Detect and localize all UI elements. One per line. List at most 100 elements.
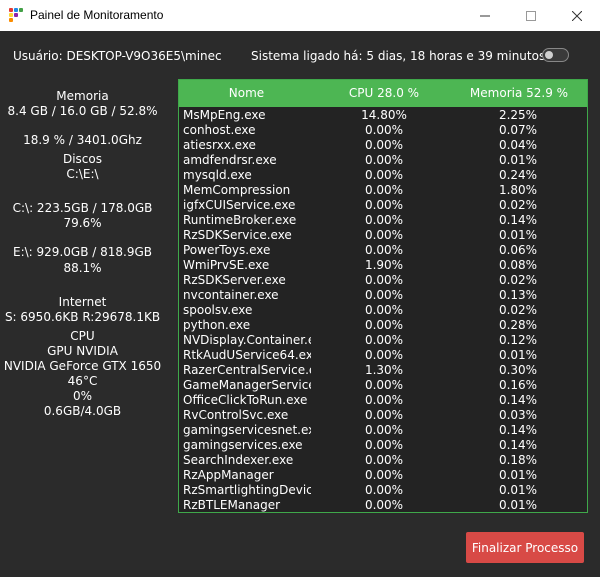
close-icon [572, 10, 582, 21]
process-memory: 0.06% [498, 243, 538, 257]
process-cpu: 0.00% [364, 378, 404, 392]
process-memory: 0.02% [498, 303, 538, 317]
process-memory: 0.30% [498, 363, 538, 377]
process-memory: 0.16% [498, 378, 538, 392]
table-row[interactable]: RtkAudUService64.exe 0.00% 0.01% [179, 348, 587, 363]
process-cpu: 1.30% [364, 363, 404, 377]
process-memory: 0.07% [498, 123, 538, 137]
process-name: RzSDKService.exe [183, 228, 292, 242]
process-cpu: 0.00% [364, 483, 404, 497]
table-row[interactable]: RzSDKServer.exe 0.00% 0.02% [179, 273, 587, 288]
gpu-memory: 0.6GB/4.0GB [43, 404, 122, 418]
process-memory: 0.01% [498, 483, 538, 497]
process-table[interactable]: Nome CPU 28.0 % Memoria 52.9 % MsMpEng.e… [178, 79, 588, 513]
process-cpu: 0.00% [364, 348, 404, 362]
header-cpu[interactable]: CPU 28.0 % [319, 86, 449, 100]
process-name: spoolsv.exe [183, 303, 253, 317]
table-row[interactable]: NVDisplay.Container.exe 0.00% 0.12% [179, 333, 587, 348]
process-memory: 0.14% [498, 393, 538, 407]
process-memory: 0.24% [498, 168, 538, 182]
table-row[interactable]: RazerCentralService.exe 1.30% 0.30% [179, 363, 587, 378]
process-cpu: 0.00% [364, 393, 404, 407]
process-memory: 1.80% [498, 183, 538, 197]
header-memory[interactable]: Memoria 52.9 % [451, 86, 587, 100]
process-memory: 0.13% [498, 288, 538, 302]
table-row[interactable]: atiesrxx.exe 0.00% 0.04% [179, 138, 587, 153]
process-cpu: 0.00% [364, 288, 404, 302]
process-memory: 0.02% [498, 273, 538, 287]
process-name: igfxCUIService.exe [183, 198, 296, 212]
process-name: gamingservicesnet.exe [183, 423, 311, 437]
process-name: SearchIndexer.exe [183, 453, 294, 467]
gpu-usage: 0% [72, 389, 93, 403]
table-row[interactable]: WmiPrvSE.exe 1.90% 0.08% [179, 258, 587, 273]
close-button[interactable] [554, 0, 600, 31]
table-row[interactable]: RzSDKService.exe 0.00% 0.01% [179, 228, 587, 243]
process-cpu: 0.00% [364, 408, 404, 422]
process-name: NVDisplay.Container.exe [183, 333, 311, 347]
kill-process-button[interactable]: Finalizar Processo [466, 532, 584, 563]
process-name: PowerToys.exe [183, 243, 271, 257]
table-row[interactable]: amdfendrsr.exe 0.00% 0.01% [179, 153, 587, 168]
process-memory: 0.01% [498, 228, 538, 242]
process-memory: 0.02% [498, 198, 538, 212]
process-memory: 0.04% [498, 138, 538, 152]
process-memory: 0.03% [498, 408, 538, 422]
table-row[interactable]: OfficeClickToRun.exe 0.00% 0.14% [179, 393, 587, 408]
table-row[interactable]: igfxCUIService.exe 0.00% 0.02% [179, 198, 587, 213]
table-row[interactable]: RzAppManager 0.00% 0.01% [179, 468, 587, 483]
table-row[interactable]: SearchIndexer.exe 0.00% 0.18% [179, 453, 587, 468]
table-row[interactable]: python.exe 0.00% 0.28% [179, 318, 587, 333]
process-name: WmiPrvSE.exe [183, 258, 270, 272]
table-row[interactable]: RzBTLEManager 0.00% 0.01% [179, 498, 587, 512]
minimize-icon [480, 15, 490, 16]
table-row[interactable]: MsMpEng.exe 14.80% 2.25% [179, 108, 587, 123]
process-name: RzBTLEManager [183, 498, 281, 512]
process-cpu: 0.00% [364, 138, 404, 152]
process-memory: 2.25% [498, 108, 538, 122]
process-name: RzSDKServer.exe [183, 273, 286, 287]
process-cpu: 0.00% [364, 153, 404, 167]
table-row[interactable]: PowerToys.exe 0.00% 0.06% [179, 243, 587, 258]
app-icon [9, 8, 23, 22]
table-row[interactable]: RzSmartlightingDeviceManager 0.00% 0.01% [179, 483, 587, 498]
table-row[interactable]: RvControlSvc.exe 0.00% 0.03% [179, 408, 587, 423]
theme-toggle[interactable] [542, 48, 569, 62]
disk-e-usage: E:\: 929.0GB / 818.9GB [13, 245, 152, 259]
process-cpu: 0.00% [364, 468, 404, 482]
process-name: python.exe [183, 318, 251, 332]
table-row[interactable]: nvcontainer.exe 0.00% 0.13% [179, 288, 587, 303]
table-row[interactable]: GameManagerService.exe 0.00% 0.16% [179, 378, 587, 393]
disks-list: C:\E:\ [66, 167, 99, 181]
table-row[interactable]: gamingservicesnet.exe 0.00% 0.14% [179, 423, 587, 438]
table-header: Nome CPU 28.0 % Memoria 52.9 % [179, 80, 587, 107]
process-cpu: 0.00% [364, 438, 404, 452]
process-memory: 0.01% [498, 153, 538, 167]
process-cpu: 0.00% [364, 213, 404, 227]
minimize-button[interactable] [462, 0, 508, 31]
header-name[interactable]: Nome [179, 86, 314, 100]
table-row[interactable]: RuntimeBroker.exe 0.00% 0.14% [179, 213, 587, 228]
process-memory: 0.18% [498, 453, 538, 467]
process-name: gamingservices.exe [183, 438, 303, 452]
table-row[interactable]: spoolsv.exe 0.00% 0.02% [179, 303, 587, 318]
process-name: OfficeClickToRun.exe [183, 393, 308, 407]
process-name: nvcontainer.exe [183, 288, 279, 302]
gpu-name: NVIDIA GeForce GTX 1650 [3, 359, 162, 373]
memory-title: Memoria [56, 89, 109, 103]
process-name: atiesrxx.exe [183, 138, 256, 152]
maximize-button[interactable] [508, 0, 554, 31]
process-cpu: 0.00% [364, 183, 404, 197]
table-row[interactable]: conhost.exe 0.00% 0.07% [179, 123, 587, 138]
process-memory: 0.14% [498, 438, 538, 452]
table-row[interactable]: gamingservices.exe 0.00% 0.14% [179, 438, 587, 453]
window-title: Painel de Monitoramento [30, 8, 164, 22]
table-row[interactable]: MemCompression 0.00% 1.80% [179, 183, 587, 198]
cpu-value: 18.9 % / 3401.0Ghz [23, 133, 142, 147]
process-memory: 0.01% [498, 348, 538, 362]
disk-c-usage: C:\: 223.5GB / 178.0GB [12, 201, 153, 215]
table-row[interactable]: mysqld.exe 0.00% 0.24% [179, 168, 587, 183]
process-name: GameManagerService.exe [183, 378, 311, 392]
process-memory: 0.12% [498, 333, 538, 347]
process-cpu: 0.00% [364, 243, 404, 257]
